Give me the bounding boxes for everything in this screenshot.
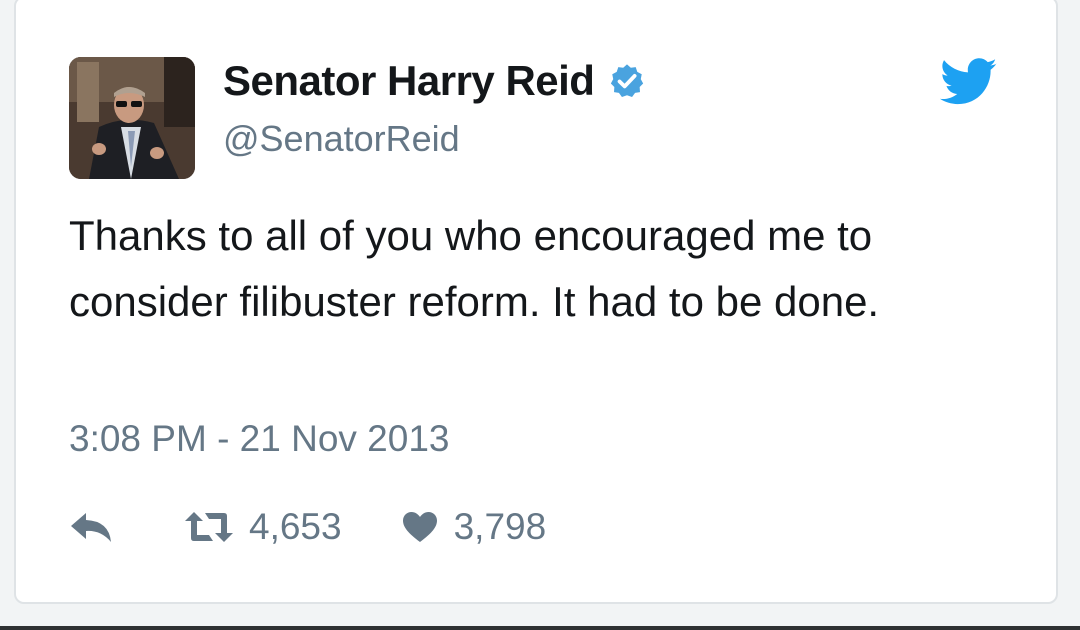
retweet-count: 4,653: [249, 506, 342, 547]
bottom-edge-bar: [0, 626, 1080, 630]
verified-badge-icon: [608, 62, 646, 100]
twitter-bird-icon[interactable]: [939, 58, 999, 106]
timestamp[interactable]: 3:08 PM - 21 Nov 2013: [69, 418, 450, 460]
display-name-text[interactable]: Senator Harry Reid: [223, 57, 595, 104]
tweet-card: Senator Harry Reid @SenatorReid Thanks t…: [14, 0, 1058, 604]
reply-icon[interactable]: [69, 509, 113, 545]
like-count: 3,798: [453, 506, 547, 547]
tweet-text: Thanks to all of you who encouraged me t…: [69, 212, 880, 325]
display-name[interactable]: Senator Harry Reid: [223, 57, 646, 104]
avatar[interactable]: [69, 57, 195, 179]
tweet-actions: 4,653 3,798: [69, 503, 546, 551]
heart-icon[interactable]: [402, 511, 438, 543]
retweet-icon[interactable]: [183, 510, 235, 544]
handle[interactable]: @SenatorReid: [223, 119, 460, 159]
